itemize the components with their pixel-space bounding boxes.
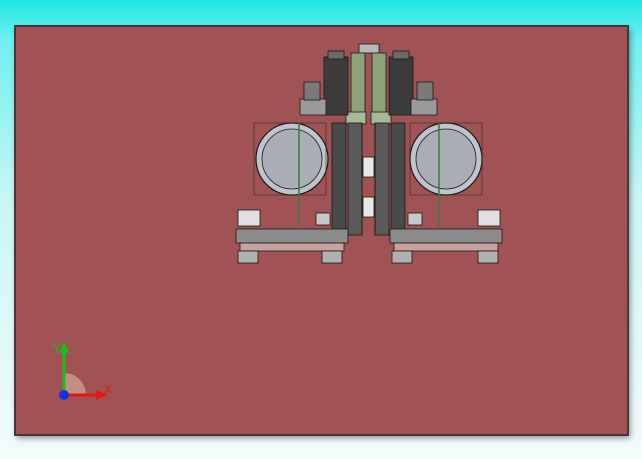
left-rail-lower [239, 242, 345, 252]
axis-triad: Y X [52, 341, 112, 400]
right-rail-upper [389, 228, 503, 244]
left-motor-cap [327, 50, 345, 60]
left-chain-outer [331, 122, 347, 236]
graphics-viewport[interactable]: Y X [15, 26, 628, 435]
left-foot-b [321, 250, 343, 264]
left-rail-upper [235, 228, 349, 244]
right-mount [410, 98, 438, 116]
right-chain-outer [390, 122, 406, 236]
y-axis-arrow [59, 341, 69, 353]
cad-model-view[interactable]: Y X [16, 27, 627, 434]
left-motor [323, 56, 349, 116]
right-motor-cap [392, 50, 410, 60]
x-axis-label: X [104, 383, 112, 396]
top-bracket [358, 43, 380, 54]
right-chain-inner [374, 122, 390, 236]
left-tower-plate [345, 111, 367, 125]
right-disc-inner [415, 128, 477, 190]
right-mount-upper [416, 81, 434, 101]
left-mid-block [315, 212, 331, 226]
right-foot-b [477, 250, 499, 264]
left-foot-a [237, 250, 259, 264]
center-label-plate-2 [362, 196, 375, 218]
left-mount-upper [303, 81, 321, 101]
z-axis-origin [59, 390, 69, 400]
right-motor [388, 56, 414, 116]
center-label-plate [362, 156, 375, 178]
right-mid-block [407, 212, 423, 226]
left-chain-inner [347, 122, 363, 236]
left-end-block [237, 209, 261, 227]
right-rail-lower [393, 242, 499, 252]
y-axis-label: Y [52, 342, 60, 355]
right-foot-a [391, 250, 413, 264]
right-tower-plate [370, 111, 392, 125]
cad-assembly-model[interactable] [235, 43, 503, 264]
right-end-block [477, 209, 501, 227]
left-disc-inner [261, 128, 323, 190]
left-mount [299, 98, 327, 116]
